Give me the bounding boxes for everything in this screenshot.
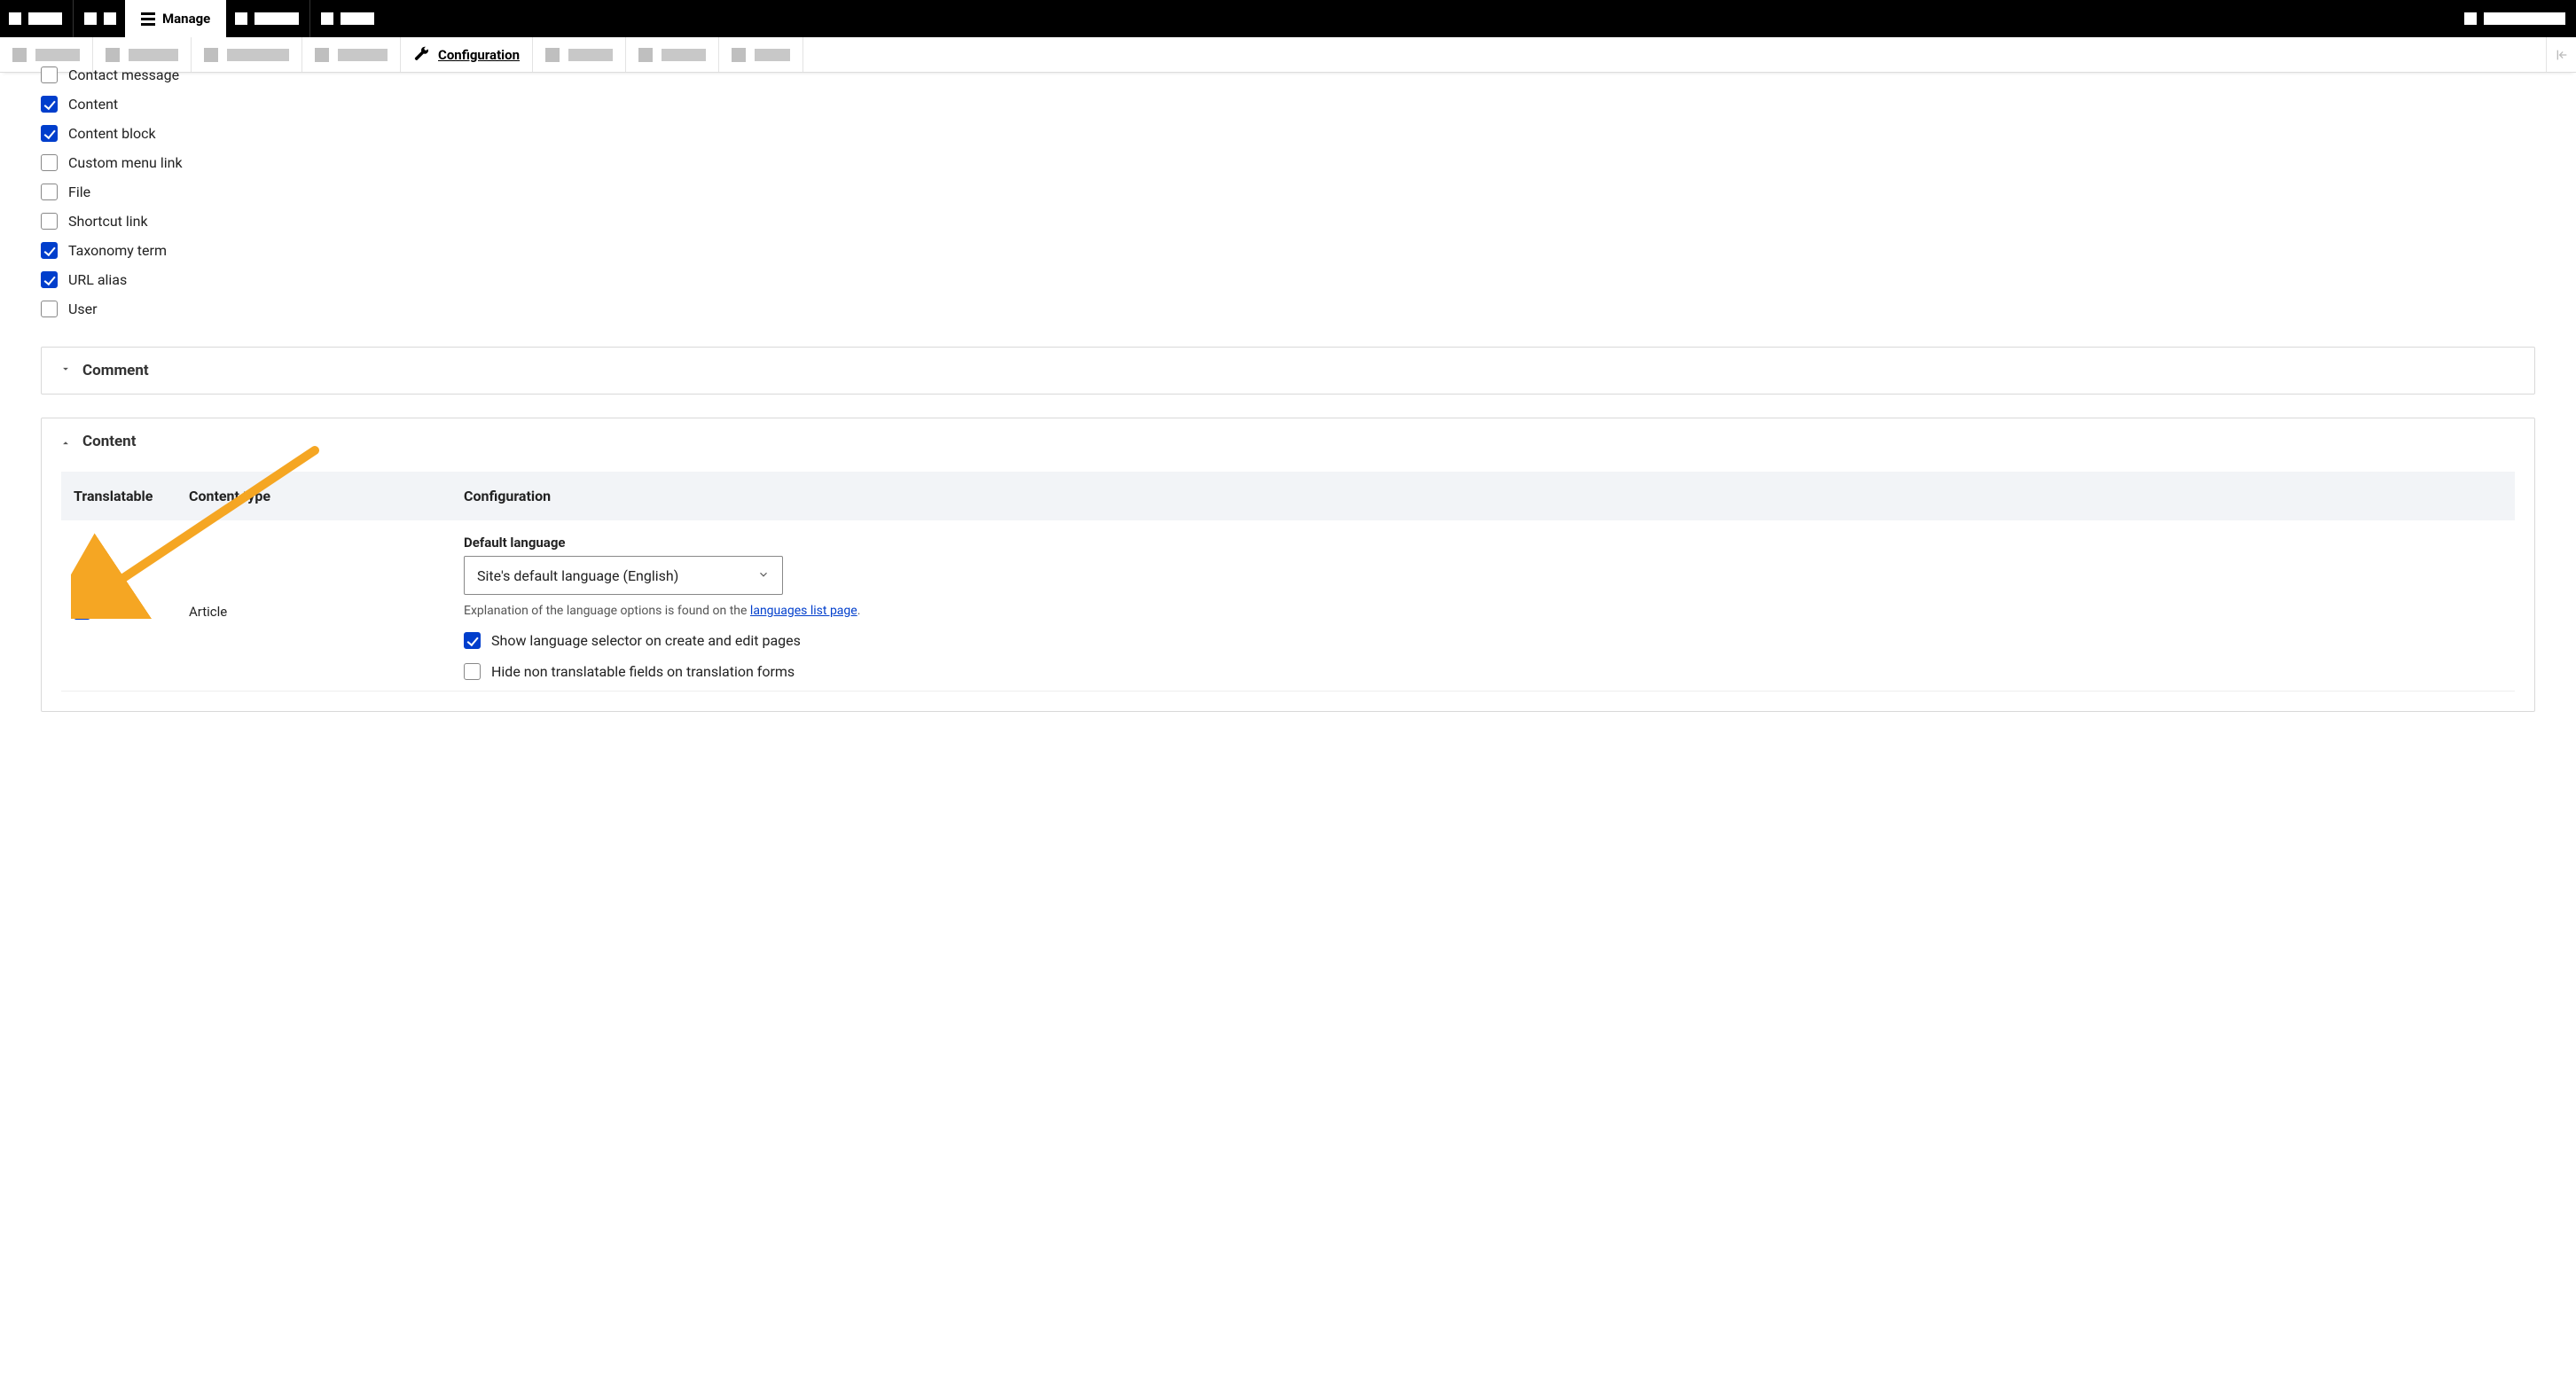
placeholder-icon	[9, 12, 21, 25]
hide-non-translatable-row[interactable]: Hide non translatable fields on translat…	[464, 663, 2502, 680]
help-prefix: Explanation of the language options is f…	[464, 604, 750, 618]
placeholder-text	[568, 49, 613, 61]
topbar-tab-label: Manage	[162, 11, 210, 27]
default-language-select[interactable]: Site's default language (English)	[464, 556, 783, 595]
entity-type-label: User	[68, 301, 98, 317]
section-title: Content	[82, 433, 136, 450]
cell-content-type: Article	[176, 520, 451, 692]
col-header-configuration: Configuration	[451, 472, 2515, 520]
entity-type-row[interactable]: Shortcut link	[41, 207, 2535, 236]
placeholder-text[interactable]	[2484, 12, 2565, 25]
section-comment-toggle[interactable]: Comment	[42, 348, 2534, 394]
divider	[309, 0, 310, 37]
entity-type-row[interactable]: Content	[41, 90, 2535, 119]
checkbox[interactable]	[41, 184, 58, 200]
placeholder-text	[35, 49, 80, 61]
placeholder-text	[755, 49, 790, 61]
content-type-row: Article Default language Site's default …	[61, 520, 2515, 692]
topbar-segment[interactable]	[312, 0, 383, 37]
placeholder-text	[254, 12, 299, 25]
content-config-table: Translatable Content type Configuration …	[61, 472, 2515, 692]
placeholder-text	[338, 49, 388, 61]
cell-configuration: Default language Site's default language…	[451, 520, 2515, 692]
section-comment: Comment	[41, 347, 2535, 395]
entity-type-checklist: Contact message Content Content block Cu…	[41, 60, 2535, 324]
content-type-label: Article	[189, 604, 227, 620]
entity-type-row[interactable]: Contact message	[41, 60, 2535, 90]
default-language-help: Explanation of the language options is f…	[464, 604, 2502, 618]
placeholder-icon	[321, 12, 333, 25]
checkbox[interactable]	[464, 632, 481, 649]
chevron-down-icon	[757, 567, 770, 584]
topbar-segment[interactable]	[0, 0, 71, 37]
checkbox[interactable]	[41, 301, 58, 317]
checkbox[interactable]	[41, 271, 58, 288]
placeholder-icon	[235, 12, 247, 25]
section-title: Comment	[82, 362, 149, 379]
topbar-right	[2464, 0, 2576, 37]
chevron-up-icon	[59, 433, 72, 450]
placeholder-text	[662, 49, 706, 61]
entity-type-row[interactable]: File	[41, 177, 2535, 207]
placeholder-icon	[84, 12, 97, 25]
section-content: Content Translatable Content type Config…	[41, 418, 2535, 712]
default-language-label: Default language	[464, 535, 2502, 551]
entity-type-label: File	[68, 184, 90, 200]
topbar-segment[interactable]	[75, 0, 125, 37]
entity-type-label: Shortcut link	[68, 213, 148, 230]
cell-translatable	[61, 520, 176, 692]
entity-type-row[interactable]: User	[41, 294, 2535, 324]
col-header-content-type: Content type	[176, 472, 451, 520]
translatable-checkbox[interactable]	[74, 603, 90, 620]
chevron-down-icon	[59, 362, 72, 379]
topbar-tab-manage[interactable]: Manage	[125, 0, 226, 37]
entity-type-label: Content	[68, 96, 118, 113]
section-content-toggle[interactable]: Content	[42, 418, 2534, 465]
entity-type-label: Content block	[68, 125, 156, 142]
checkbox[interactable]	[41, 66, 58, 83]
placeholder-text	[28, 12, 62, 25]
placeholder-text	[227, 49, 289, 61]
entity-type-row[interactable]: URL alias	[41, 265, 2535, 294]
placeholder-text	[341, 12, 374, 25]
entity-type-row[interactable]: Custom menu link	[41, 148, 2535, 177]
entity-type-label: URL alias	[68, 271, 127, 288]
checkbox[interactable]	[41, 96, 58, 113]
entity-type-label: Contact message	[68, 66, 179, 83]
placeholder-icon	[104, 12, 116, 25]
checkbox[interactable]	[41, 213, 58, 230]
checkbox-label: Show language selector on create and edi…	[491, 632, 801, 649]
entity-type-label: Taxonomy term	[68, 242, 167, 259]
entity-type-row[interactable]: Content block	[41, 119, 2535, 148]
admin-topbar: Manage	[0, 0, 2576, 37]
checkbox[interactable]	[41, 154, 58, 171]
show-language-selector-row[interactable]: Show language selector on create and edi…	[464, 632, 2502, 649]
divider	[73, 0, 74, 37]
hamburger-icon	[141, 12, 155, 26]
page-content: Contact message Content Content block Cu…	[0, 60, 2576, 765]
section-content-body: Translatable Content type Configuration …	[42, 472, 2534, 711]
placeholder-icon[interactable]	[2464, 12, 2477, 25]
help-suffix: .	[857, 604, 861, 618]
col-header-translatable: Translatable	[61, 472, 176, 520]
topbar-left: Manage	[0, 0, 383, 37]
checkbox-label: Hide non translatable fields on translat…	[491, 663, 795, 680]
topbar-segment[interactable]	[226, 0, 308, 37]
default-language-value: Site's default language (English)	[477, 567, 678, 584]
languages-list-link[interactable]: languages list page	[750, 604, 857, 618]
placeholder-text	[129, 49, 178, 61]
entity-type-label: Custom menu link	[68, 154, 183, 171]
entity-type-row[interactable]: Taxonomy term	[41, 236, 2535, 265]
checkbox[interactable]	[464, 663, 481, 680]
checkbox[interactable]	[41, 125, 58, 142]
checkbox[interactable]	[41, 242, 58, 259]
